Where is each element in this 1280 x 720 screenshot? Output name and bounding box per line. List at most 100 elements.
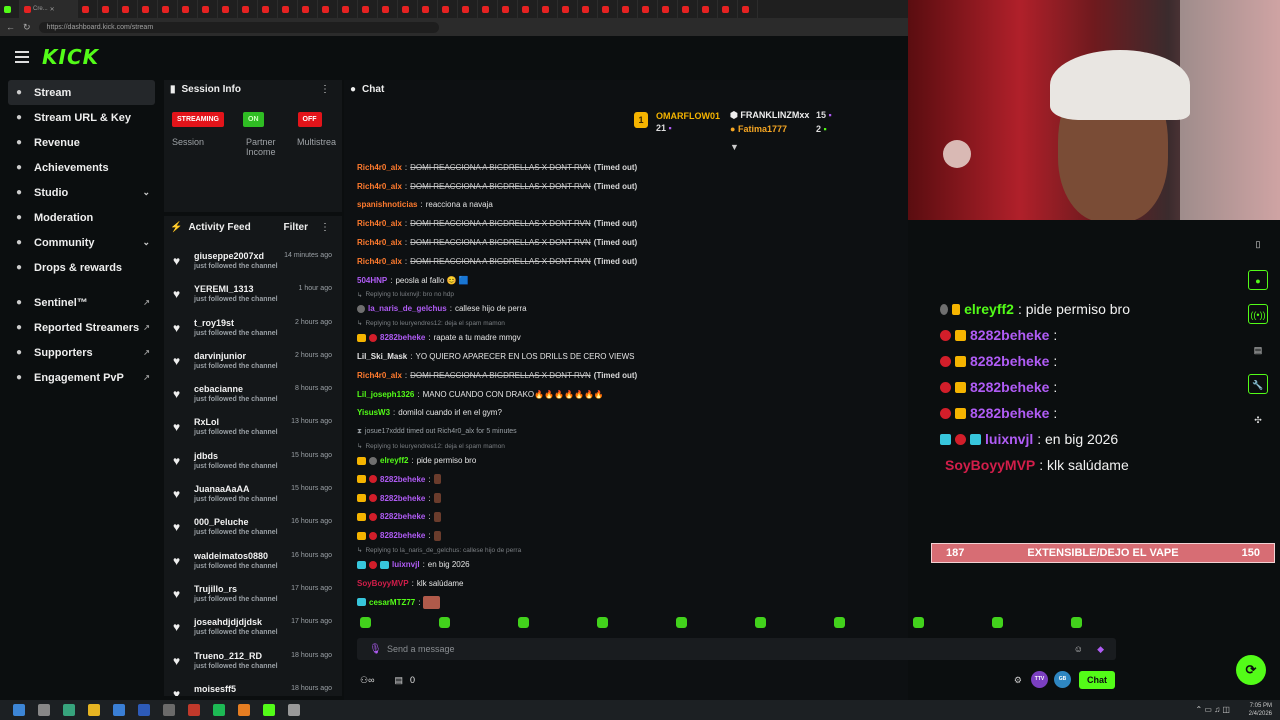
- apps-icon[interactable]: ✣: [1248, 410, 1268, 430]
- chat-username[interactable]: 8282beheke: [380, 512, 425, 521]
- chat-username[interactable]: la_naris_de_gelchus: [368, 304, 447, 313]
- sidebar-item-revenue[interactable]: ● Revenue: [0, 130, 160, 155]
- emote-icon[interactable]: [913, 617, 924, 628]
- layers-icon[interactable]: ▤: [1248, 340, 1268, 360]
- sidebar-item-reported-streamers[interactable]: ● Reported Streamers ↗: [0, 315, 160, 340]
- activity-username[interactable]: cebacianne: [194, 384, 243, 394]
- send-chat-button[interactable]: Chat: [1079, 671, 1115, 689]
- activity-username[interactable]: t_roy19st: [194, 318, 234, 328]
- app-icon[interactable]: [188, 704, 200, 716]
- browser-tab[interactable]: [138, 0, 158, 18]
- emote-icon[interactable]: [676, 617, 687, 628]
- browser-tab[interactable]: [358, 0, 378, 18]
- activity-menu-icon[interactable]: ⋮: [320, 222, 330, 233]
- browser-tab[interactable]: [318, 0, 338, 18]
- spotify-icon[interactable]: [213, 704, 225, 716]
- chat-username[interactable]: 504HNP: [357, 276, 387, 285]
- sidebar-item-achievements[interactable]: ● Achievements: [0, 155, 160, 180]
- session-menu-icon[interactable]: ⋮: [320, 84, 330, 95]
- browser-tab[interactable]: [478, 0, 498, 18]
- kick-emote-icon[interactable]: ◆: [1097, 644, 1104, 655]
- browser-tab[interactable]: [678, 0, 698, 18]
- terminal-icon[interactable]: [63, 704, 75, 716]
- ttv-avatar[interactable]: TTV: [1031, 671, 1048, 688]
- chat-dock-icon[interactable]: ●: [1248, 270, 1268, 290]
- back-icon[interactable]: ←: [6, 22, 15, 32]
- broadcast-dock-icon[interactable]: ((•)): [1248, 304, 1268, 324]
- browser-tab[interactable]: [718, 0, 738, 18]
- browser-tab[interactable]: [258, 0, 278, 18]
- activity-username[interactable]: JuanaaAaAA: [194, 484, 250, 494]
- app-icon[interactable]: [288, 704, 300, 716]
- chat-username[interactable]: Lil_joseph1326: [357, 390, 414, 399]
- app-icon[interactable]: [163, 704, 175, 716]
- emote-icon[interactable]: [439, 617, 450, 628]
- kick-icon[interactable]: [263, 704, 275, 716]
- chat-username[interactable]: 8282beheke: [380, 333, 425, 342]
- browser-tab[interactable]: [338, 0, 358, 18]
- sidebar-item-engagement-pvp[interactable]: ● Engagement PvP ↗: [0, 365, 160, 390]
- browser-tab[interactable]: [498, 0, 518, 18]
- start-icon[interactable]: [13, 704, 25, 716]
- sidebar-item-drops-rewards[interactable]: ● Drops & rewards: [0, 255, 160, 280]
- sidebar-item-supporters[interactable]: ● Supporters ↗: [0, 340, 160, 365]
- support-button[interactable]: ⟳: [1236, 655, 1266, 685]
- activity-username[interactable]: giuseppe2007xd: [194, 251, 264, 261]
- browser-tab[interactable]: [238, 0, 258, 18]
- multistream-toggle-off[interactable]: OFF: [297, 112, 322, 127]
- browser-tab[interactable]: [278, 0, 298, 18]
- browser-tab[interactable]: [538, 0, 558, 18]
- emote-icon[interactable]: [992, 617, 1003, 628]
- browser-tab[interactable]: [458, 0, 478, 18]
- sidebar-item-studio[interactable]: ● Studio ⌄: [0, 180, 160, 205]
- filter-button[interactable]: Filter: [284, 222, 308, 233]
- chevron-down-icon[interactable]: ⌄: [142, 187, 150, 198]
- browser-tab[interactable]: [598, 0, 618, 18]
- emote-icon[interactable]: [360, 617, 371, 628]
- emote-icon[interactable]: [834, 617, 845, 628]
- sidebar-item-moderation[interactable]: ● Moderation: [0, 205, 160, 230]
- chat-username[interactable]: cesarMTZ77: [369, 598, 415, 607]
- chat-username[interactable]: elreyff2: [380, 456, 408, 465]
- activity-username[interactable]: joseahdjdjdjdsk: [194, 617, 262, 627]
- pinned-toggle-icon[interactable]: ▼: [730, 142, 739, 152]
- browser-tab[interactable]: [738, 0, 758, 18]
- document-icon[interactable]: ▯: [1248, 234, 1268, 254]
- browser-tab[interactable]: [98, 0, 118, 18]
- browser-tab[interactable]: [418, 0, 438, 18]
- browser-tab-active[interactable]: Cre... ✕: [20, 0, 78, 18]
- system-tray[interactable]: ⌃ ▭ ♫ ◫: [1196, 705, 1231, 714]
- activity-username[interactable]: waldeimatos0880: [194, 551, 268, 561]
- sidebar-item-stream-url-key[interactable]: ● Stream URL & Key: [0, 105, 160, 130]
- chat-username[interactable]: spanishnoticias: [357, 200, 417, 209]
- reload-icon[interactable]: ↻: [23, 22, 31, 33]
- chat-input[interactable]: [387, 644, 987, 654]
- gb-avatar[interactable]: GB: [1054, 671, 1071, 688]
- sidebar-item-sentinel[interactable]: ● Sentinel™ ↗: [0, 290, 160, 315]
- menu-icon[interactable]: [15, 51, 29, 63]
- emote-icon[interactable]: [518, 617, 529, 628]
- settings-icon[interactable]: ⚙: [1014, 675, 1022, 686]
- browser-tab[interactable]: [518, 0, 538, 18]
- chat-username[interactable]: Rich4r0_alx: [357, 219, 402, 228]
- microphone-icon[interactable]: 🎙: [369, 644, 382, 655]
- activity-username[interactable]: moisesff5: [194, 684, 236, 694]
- app-icon[interactable]: [238, 704, 250, 716]
- chat-username[interactable]: 8282beheke: [380, 475, 425, 484]
- browser-tab[interactable]: [438, 0, 458, 18]
- sidebar-item-community[interactable]: ● Community ⌄: [0, 230, 160, 255]
- browser-tab[interactable]: [298, 0, 318, 18]
- leaderboard-user[interactable]: OMARFLOW01: [656, 111, 720, 121]
- browser-tab[interactable]: [118, 0, 138, 18]
- activity-username[interactable]: darvinjunior: [194, 351, 246, 361]
- chat-username[interactable]: Rich4r0_alx: [357, 238, 402, 247]
- chat-username[interactable]: 8282beheke: [380, 531, 425, 540]
- chat-username[interactable]: Rich4r0_alx: [357, 257, 402, 266]
- browser-tab[interactable]: [218, 0, 238, 18]
- browser-tab[interactable]: [158, 0, 178, 18]
- browser-tab[interactable]: [0, 0, 20, 18]
- browser-tab[interactable]: [78, 0, 98, 18]
- chevron-down-icon[interactable]: ⌄: [142, 237, 150, 248]
- activity-username[interactable]: Trujillo_rs: [194, 584, 237, 594]
- activity-username[interactable]: jdbds: [194, 451, 218, 461]
